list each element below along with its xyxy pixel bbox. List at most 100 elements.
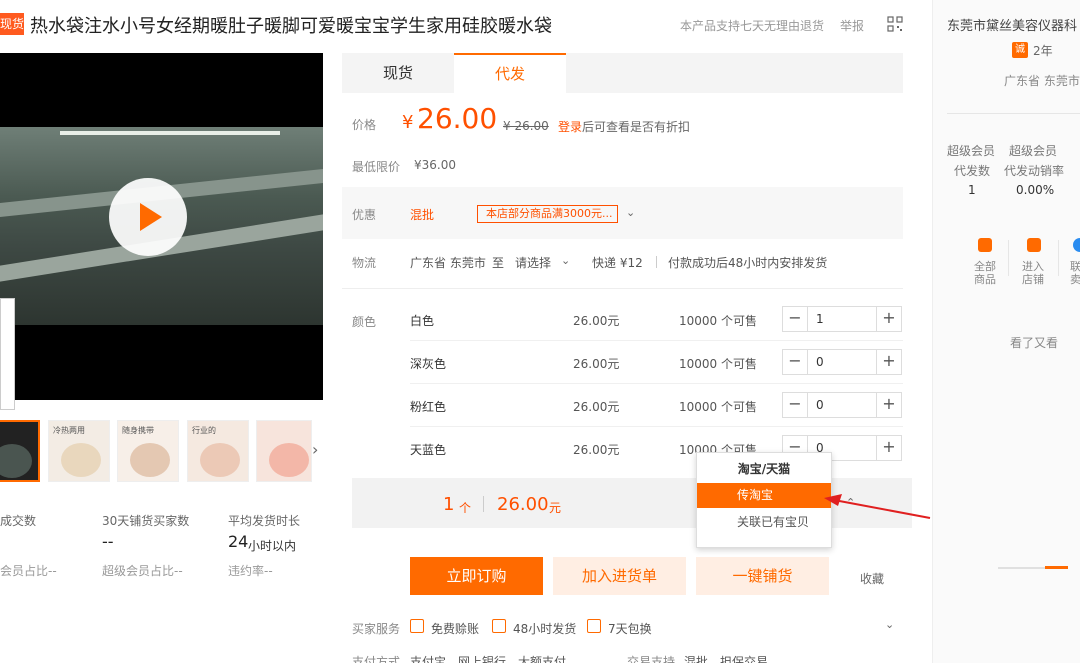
link-existing-option[interactable]: 关联已有宝贝: [697, 510, 831, 535]
summary-price: 26.00: [497, 494, 549, 515]
all-products-link[interactable]: 全部: [974, 260, 996, 274]
order-now-button[interactable]: 立即订购: [410, 557, 543, 595]
min-price-label: 最低限价: [352, 160, 401, 174]
qty-input[interactable]: 0: [808, 349, 876, 375]
thumbnail-caption: 行业的: [192, 426, 216, 435]
panel-divider: [932, 0, 933, 663]
stat-sub: 超级会员占比--: [102, 564, 183, 578]
seller-years: 2年: [1033, 44, 1053, 58]
row-divider: [410, 426, 903, 427]
color-name: 深灰色: [410, 357, 447, 371]
contact-seller-link[interactable]: 联: [1070, 260, 1080, 274]
stat-label: 30天铺货买家数: [102, 514, 190, 528]
seller-stat-value: 1: [968, 183, 976, 197]
price-label: 价格: [352, 118, 377, 132]
tab-in-stock[interactable]: 现货: [342, 53, 454, 93]
price-symbol: ¥: [402, 112, 414, 133]
separator: [483, 496, 484, 512]
return-policy-text: 本产品支持七天无理由退货: [680, 19, 825, 33]
separator: [1058, 240, 1059, 276]
shipping-48h-icon: [492, 619, 506, 633]
all-products-icon: [978, 238, 992, 252]
ship-from: 广东省 东莞市: [410, 256, 486, 270]
enter-store-link[interactable]: 进入: [1022, 260, 1044, 274]
seller-location: 广东省 东莞市: [1004, 74, 1080, 88]
carousel-indicator[interactable]: [1045, 566, 1068, 569]
color-price: 26.00元: [573, 357, 620, 371]
qty-input[interactable]: 0: [808, 392, 876, 418]
thumbnail[interactable]: 冷热两用: [48, 420, 110, 482]
thumbnail-image: [130, 443, 170, 477]
min-price-value: ¥36.00: [414, 158, 456, 172]
service-item: 48小时发货: [513, 622, 577, 636]
seller-name[interactable]: 东莞市黛丝美容仪器科: [947, 15, 1077, 34]
color-price: 26.00元: [573, 443, 620, 457]
mixed-batch-tag: 混批: [410, 208, 435, 222]
stat-unit: 小时以内: [248, 539, 297, 553]
qr-code-icon[interactable]: [887, 16, 903, 32]
panel-divider: [947, 113, 1080, 114]
payment-methods: 支付宝 网上银行 大额支付: [410, 655, 567, 663]
ship-to-word: 至: [492, 256, 505, 270]
annotation-arrow-icon: [824, 494, 931, 519]
login-hint: 后可查看是否有折扣: [582, 120, 691, 134]
summary-price-unit: 元: [549, 501, 562, 515]
color-price: 26.00元: [573, 400, 620, 414]
chevron-down-icon[interactable]: ⌄: [561, 254, 570, 267]
favorite-button[interactable]: 收藏: [860, 570, 884, 587]
exchange-icon: [587, 619, 601, 633]
tab-dropship[interactable]: 代发: [454, 53, 566, 93]
qty-minus-button[interactable]: −: [782, 306, 808, 332]
product-title: 热水袋注水小号女经期暖肚子暖脚可爱暖宝宝学生家用硅胶暖水袋: [30, 16, 552, 37]
coupon-tag[interactable]: 本店部分商品满3000元...: [477, 205, 618, 223]
trade-support-items: 混批 担保交易: [684, 655, 769, 663]
play-button[interactable]: [109, 178, 187, 256]
stat-sub: 违约率--: [228, 564, 273, 578]
chevron-down-icon[interactable]: ⌄: [626, 206, 635, 219]
dropdown-header: 淘宝/天猫: [737, 462, 791, 476]
thumbnail[interactable]: 随身携带: [117, 420, 179, 482]
promo-label: 优惠: [352, 208, 377, 222]
thumbnail-image: [269, 443, 309, 477]
all-products-link[interactable]: 商品: [974, 273, 996, 287]
color-price: 26.00元: [573, 314, 620, 328]
destination-select[interactable]: 请选择: [515, 254, 551, 271]
separator: [656, 256, 657, 268]
color-stock: 10000 个可售: [679, 314, 757, 328]
color-name: 粉红色: [410, 400, 447, 414]
upload-taobao-option[interactable]: 传淘宝: [697, 483, 831, 508]
seller-stat-label: 代发数: [954, 164, 991, 178]
one-click-distribute-button[interactable]: 一键铺货: [696, 557, 829, 595]
also-viewed-title: 看了又看: [1010, 336, 1059, 350]
chevron-down-icon[interactable]: ⌄: [885, 618, 894, 631]
thumbnail-image: [200, 443, 240, 477]
stat-sub: 会员占比--: [0, 564, 57, 578]
login-link[interactable]: 登录: [558, 118, 582, 135]
enter-store-link[interactable]: 店铺: [1022, 273, 1044, 287]
thumbnail[interactable]: [0, 420, 40, 482]
thumbnail-image: [0, 444, 32, 478]
chevron-right-icon[interactable]: ›: [312, 440, 318, 459]
qty-minus-button[interactable]: −: [782, 392, 808, 418]
logistics-label: 物流: [352, 256, 377, 270]
color-name: 白色: [410, 314, 435, 328]
qty-minus-button[interactable]: −: [782, 349, 808, 375]
thumbnail[interactable]: 行业的: [187, 420, 249, 482]
report-link[interactable]: 举报: [840, 17, 864, 34]
summary-count-unit: 个: [459, 501, 472, 515]
qty-input[interactable]: 1: [808, 306, 876, 332]
add-to-cart-button[interactable]: 加入进货单: [553, 557, 686, 595]
payment-label: 支付方式: [352, 655, 401, 663]
seller-stat-label: 超级会员: [1009, 144, 1058, 158]
zoom-panel[interactable]: [0, 298, 15, 410]
stat-value: 24: [228, 532, 249, 551]
color-stock: 10000 个可售: [679, 357, 757, 371]
seller-stat-label: 代发动销率: [1004, 164, 1065, 178]
qty-plus-button[interactable]: +: [876, 349, 902, 375]
thumbnail[interactable]: [256, 420, 312, 482]
qty-plus-button[interactable]: +: [876, 392, 902, 418]
contact-seller-link[interactable]: 卖: [1070, 273, 1080, 287]
qty-plus-button[interactable]: +: [876, 435, 902, 461]
qty-plus-button[interactable]: +: [876, 306, 902, 332]
video-lights: [60, 131, 280, 135]
